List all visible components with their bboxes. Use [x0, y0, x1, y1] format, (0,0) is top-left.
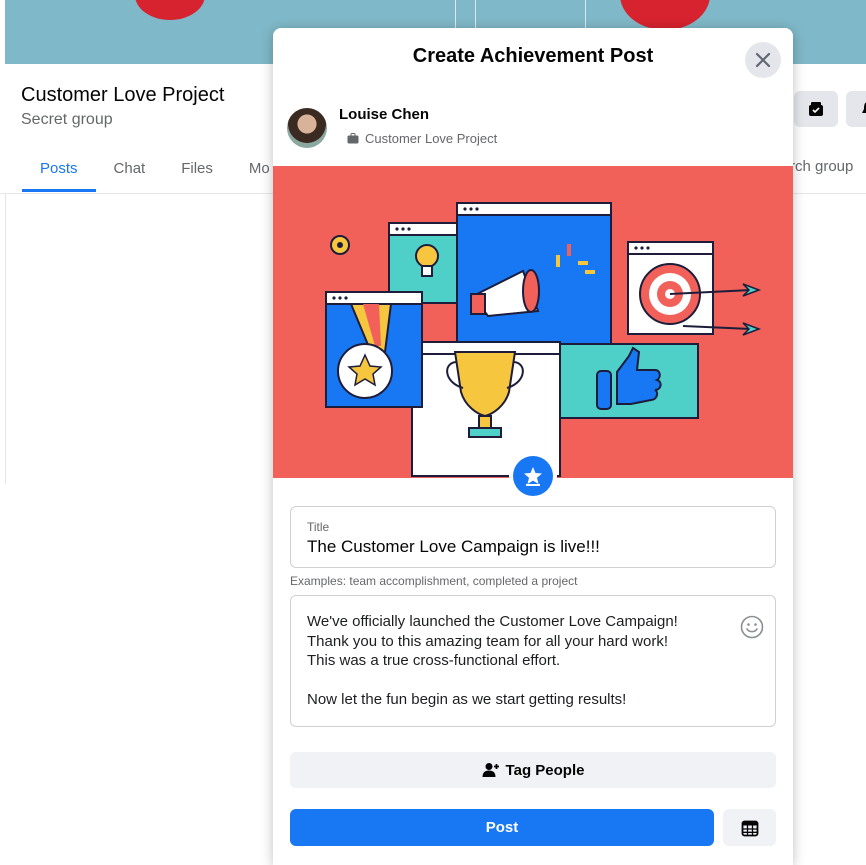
achievement-illustration — [325, 202, 762, 477]
avatar[interactable] — [287, 108, 327, 148]
calendar-icon — [741, 820, 758, 836]
create-achievement-post-dialog: Create Achievement Post Louise Chen Cust… — [273, 28, 793, 865]
group-tabs: Posts Chat Files Mo — [22, 150, 288, 192]
post-body-input[interactable]: We've officially launched the Customer L… — [307, 612, 678, 710]
schedule-button[interactable] — [723, 809, 776, 846]
title-field[interactable]: Title The Customer Love Campaign is live… — [290, 506, 776, 568]
close-button[interactable] — [745, 42, 781, 78]
title-hint: Examples: team accomplishment, completed… — [290, 574, 578, 588]
post-body-field[interactable]: We've officially launched the Customer L… — [290, 595, 776, 727]
notifications-button[interactable] — [846, 91, 866, 127]
bell-icon — [862, 102, 866, 113]
title-input[interactable]: The Customer Love Campaign is live!!! — [307, 537, 600, 557]
briefcase-icon — [347, 133, 359, 144]
achievement-badge — [509, 452, 557, 500]
post-author: Louise Chen Customer Love Project — [287, 106, 497, 148]
tag-people-label: Tag People — [505, 761, 585, 779]
search-group-input[interactable]: rch group — [790, 158, 853, 175]
group-privacy: Secret group — [21, 111, 113, 128]
title-label: Title — [307, 520, 330, 534]
marketplace-icon — [809, 102, 823, 116]
post-button[interactable]: Post — [290, 809, 714, 846]
author-name[interactable]: Louise Chen — [339, 106, 497, 123]
tab-posts[interactable]: Posts — [22, 150, 96, 192]
achievement-banner — [273, 166, 793, 478]
tag-people-button[interactable]: Tag People — [290, 752, 776, 788]
dialog-title: Create Achievement Post — [412, 45, 654, 67]
author-group: Customer Love Project — [347, 131, 497, 146]
tab-chat[interactable]: Chat — [96, 150, 164, 192]
tab-files[interactable]: Files — [163, 150, 231, 192]
close-icon — [755, 52, 771, 68]
author-group-name: Customer Love Project — [365, 131, 498, 146]
smiley-icon — [740, 615, 764, 639]
emoji-button[interactable] — [739, 614, 765, 640]
achievement-star-icon — [524, 467, 542, 486]
group-name[interactable]: Customer Love Project — [21, 84, 224, 107]
marketplace-button[interactable] — [794, 91, 838, 127]
person-plus-icon — [482, 763, 499, 777]
